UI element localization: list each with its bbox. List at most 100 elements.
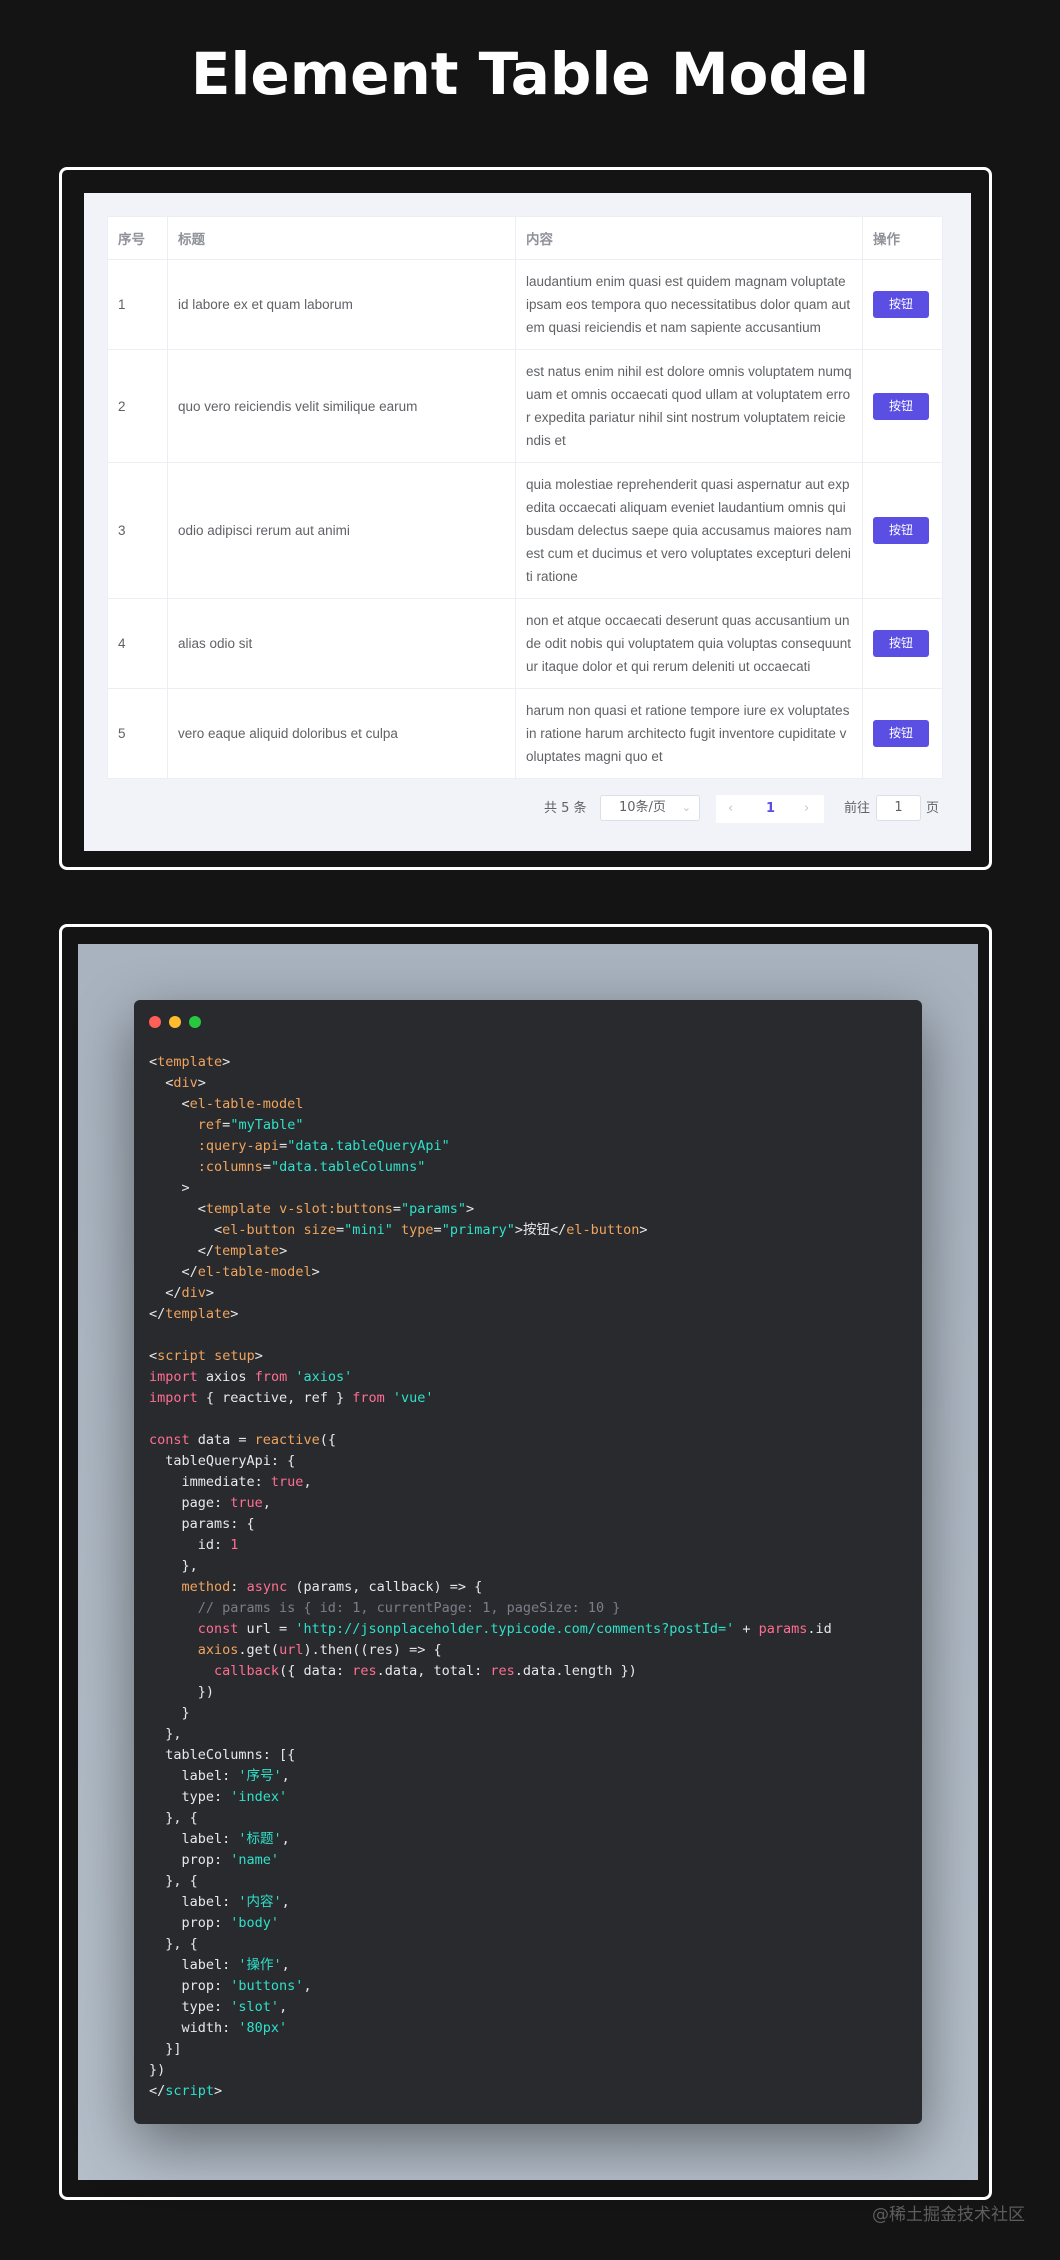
table-header-row: 序号 标题 内容 操作 (107, 216, 943, 260)
header-actions: 操作 (862, 216, 943, 260)
code-line: ref="myTable" (197, 1117, 304, 1133)
code-line: }) (149, 2062, 166, 2078)
code-line: <template> (149, 1054, 231, 1070)
cell-index: 5 (107, 688, 168, 779)
cell-title: alias odio sit (167, 598, 516, 689)
row-action-button[interactable]: 按钮 (873, 720, 929, 747)
code-line: > (149, 1180, 190, 1196)
page-size-value: 10条/页 (619, 800, 666, 815)
code-line: <el-table-model (149, 1096, 304, 1112)
cell-content: harum non quasi et ratione tempore iure … (515, 688, 863, 779)
window-maximize-dot (189, 1016, 201, 1028)
window-minimize-dot (169, 1016, 181, 1028)
cell-actions: 按钮 (862, 259, 943, 350)
prev-page-button[interactable]: ‹ (728, 795, 733, 823)
code-line: params: { (149, 1516, 255, 1532)
cell-index: 2 (107, 349, 168, 463)
code-line: prop: 'body' (149, 1915, 280, 1931)
row-action-button[interactable]: 按钮 (873, 517, 929, 544)
code-line: immediate: true, (149, 1474, 312, 1490)
code-line: method: async (params, callback) => { (181, 1579, 483, 1595)
header-index: 序号 (107, 216, 168, 260)
cell-actions: 按钮 (862, 598, 943, 689)
row-action-button[interactable]: 按钮 (873, 392, 929, 420)
code-line: type: 'index' (149, 1789, 288, 1805)
table-row: 4 alias odio sit non et atque occaecati … (107, 598, 943, 689)
code-line: tableColumns: [{ (149, 1747, 296, 1763)
code-line: import { reactive, ref } from 'vue' (149, 1390, 434, 1406)
code-line: label: '标题', (149, 1831, 290, 1847)
code-line: import axios from 'axios' (149, 1369, 353, 1385)
cell-title: odio adipisci rerum aut animi (167, 462, 516, 599)
page-number-current[interactable]: 1 (766, 795, 775, 823)
code-line: const url = 'http://jsonplaceholder.typi… (197, 1621, 832, 1637)
pagination-pager: ‹ 1 › (716, 795, 824, 823)
cell-index: 4 (107, 598, 168, 689)
code-line: }] (149, 2041, 182, 2057)
code-line: label: '操作', (149, 1957, 290, 1973)
row-action-button[interactable]: 按钮 (873, 291, 929, 318)
code-line: // params is { id: 1, currentPage: 1, pa… (149, 1600, 621, 1616)
code-block: <template> <div> <el-table-model ref="my… (149, 1052, 832, 2102)
code-line: tableQueryApi: { (149, 1453, 296, 1469)
code-line: <script setup> (149, 1348, 263, 1364)
pagination-total: 共 5 条 (544, 801, 587, 816)
cell-index: 1 (107, 259, 168, 350)
code-line: </el-table-model> (149, 1264, 320, 1280)
cell-content: quia molestiae reprehenderit quasi asper… (515, 462, 863, 599)
code-line: } (149, 1705, 190, 1721)
code-line: page: true, (149, 1495, 271, 1511)
row-action-button[interactable]: 按钮 (873, 630, 929, 657)
code-line: const data = reactive({ (149, 1432, 336, 1448)
code-window: <template> <div> <el-table-model ref="my… (134, 1000, 922, 2124)
code-line: label: '内容', (149, 1894, 290, 1910)
code-line: </script> (149, 2083, 223, 2099)
code-line: }, { (149, 1810, 198, 1826)
watermark: @稀土掘金技术社区 (872, 2205, 1025, 2225)
chevron-down-icon: ⌄ (681, 801, 691, 814)
code-line: <el-button size="mini" type="primary">按钮… (149, 1222, 648, 1238)
code-line: }, (149, 1726, 182, 1742)
table-row: 2 quo vero reiciendis velit similique ea… (107, 349, 943, 463)
code-line: :columns="data.tableColumns" (197, 1159, 426, 1175)
cell-content: non et atque occaecati deserunt quas acc… (515, 598, 863, 689)
code-line: }, (149, 1558, 198, 1574)
table-row: 1 id labore ex et quam laborum laudantiu… (107, 259, 943, 350)
data-table: 序号 标题 内容 操作 1 id labore ex et quam labor… (107, 216, 943, 779)
code-line: callback({ data: res.data, total: res.da… (214, 1663, 637, 1679)
goto-page-input[interactable]: 1 (876, 795, 921, 821)
page-title: Element Table Model (190, 40, 870, 108)
header-title: 标题 (167, 216, 516, 260)
code-line: }, { (149, 1873, 198, 1889)
code-line: prop: 'buttons', (149, 1978, 312, 1994)
table-row: 5 vero eaque aliquid doloribus et culpa … (107, 688, 943, 779)
cell-content: laudantium enim quasi est quidem magnam … (515, 259, 863, 350)
cell-content: est natus enim nihil est dolore omnis vo… (515, 349, 863, 463)
code-line: label: '序号', (149, 1768, 290, 1784)
goto-suffix-label: 页 (926, 801, 940, 816)
header-content: 内容 (515, 216, 863, 260)
code-line: </template> (149, 1243, 288, 1259)
cell-actions: 按钮 (862, 349, 943, 463)
code-line: </template> (149, 1306, 239, 1322)
cell-actions: 按钮 (862, 462, 943, 599)
next-page-button[interactable]: › (804, 795, 809, 823)
code-line: axios.get(url).then((res) => { (197, 1642, 442, 1658)
code-line: }, { (149, 1936, 198, 1952)
page-size-select[interactable]: 10条/页 ⌄ (600, 795, 700, 821)
code-line: id: 1 (149, 1537, 239, 1553)
table-row: 3 odio adipisci rerum aut animi quia mol… (107, 462, 943, 599)
code-line: :query-api="data.tableQueryApi" (197, 1138, 450, 1154)
cell-title: id labore ex et quam laborum (167, 259, 516, 350)
goto-label: 前往 (844, 801, 871, 816)
code-line: width: '80px' (149, 2020, 288, 2036)
cell-actions: 按钮 (862, 688, 943, 779)
code-line: <div> (149, 1075, 206, 1091)
window-close-dot (149, 1016, 161, 1028)
code-line: }) (149, 1684, 215, 1700)
table-demo-panel: 序号 标题 内容 操作 1 id labore ex et quam labor… (84, 193, 971, 851)
code-line: prop: 'name' (149, 1852, 280, 1868)
code-line: type: 'slot', (149, 1999, 288, 2015)
